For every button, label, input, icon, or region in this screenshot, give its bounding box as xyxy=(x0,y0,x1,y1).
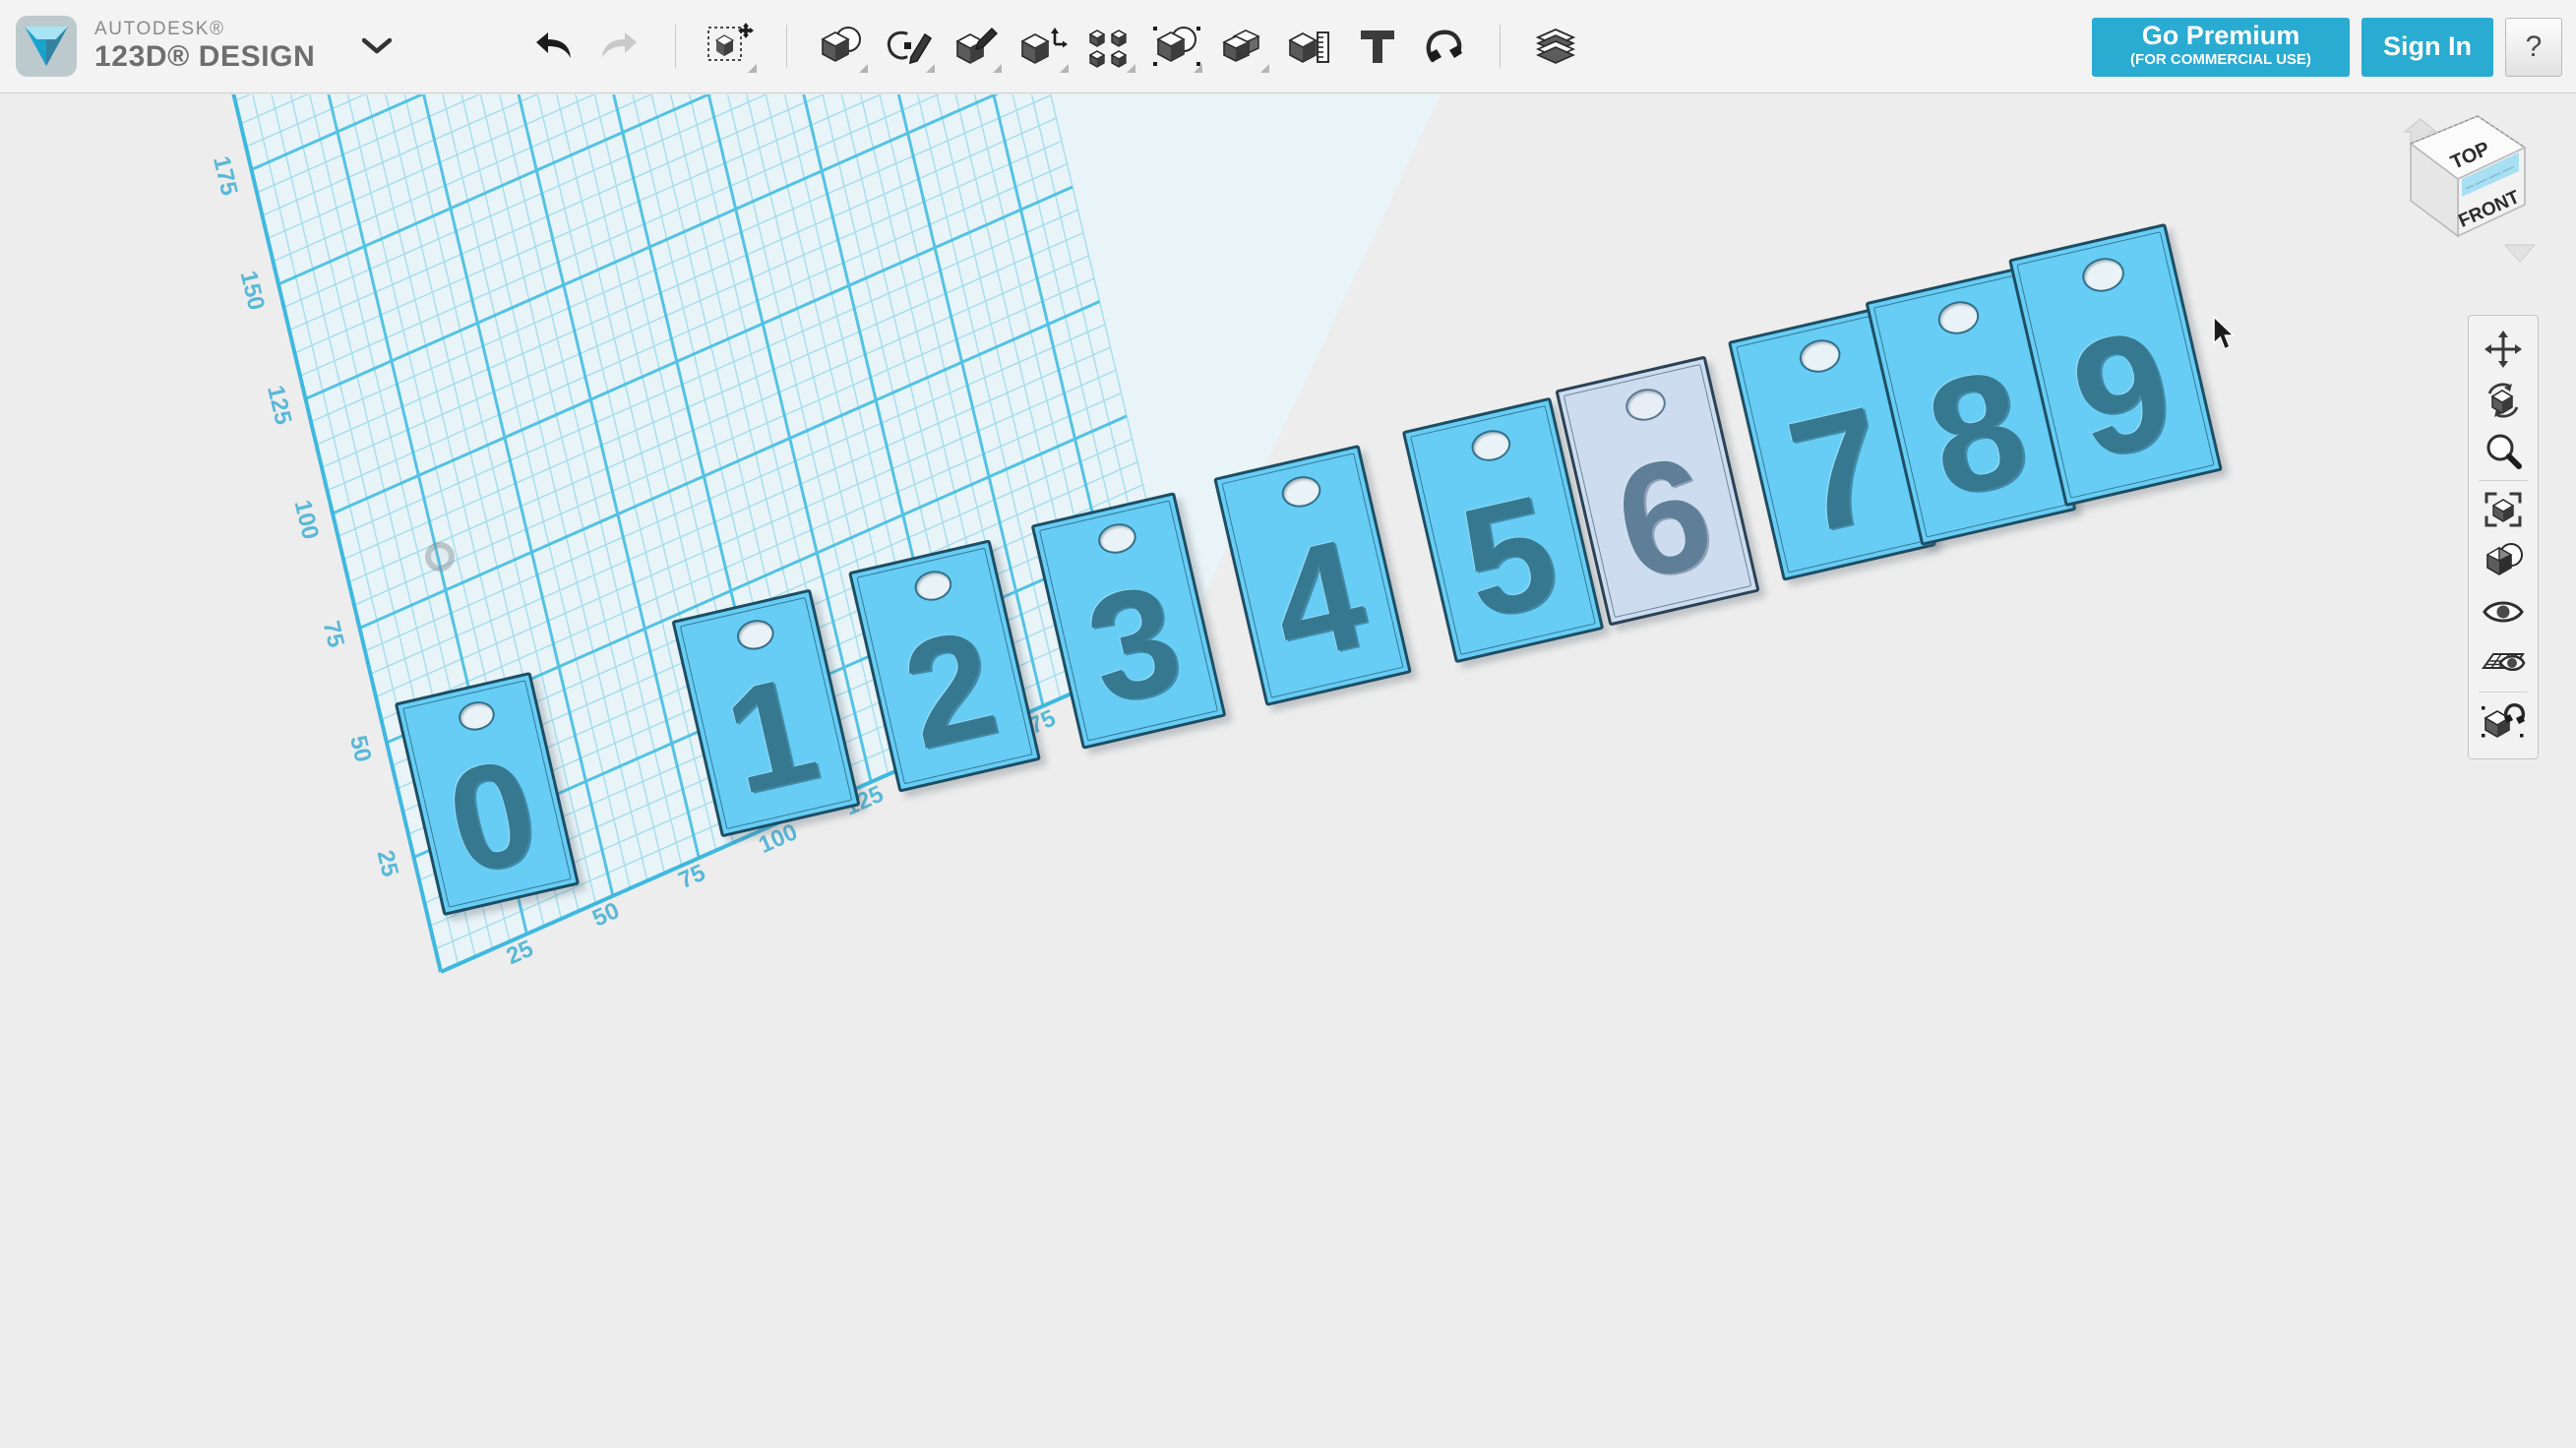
toolbar-divider xyxy=(1500,25,1502,68)
zoom-magnifier-icon[interactable] xyxy=(2474,426,2533,477)
keychain-tag-0[interactable]: 0 xyxy=(394,671,581,917)
keychain-tag-3[interactable]: 3 xyxy=(1030,492,1227,750)
text-t-icon[interactable] xyxy=(1344,12,1411,81)
grid-axis-x-label: 25 xyxy=(503,935,537,970)
primitives-cube-sphere-icon[interactable] xyxy=(809,12,876,81)
chevron-down-icon[interactable] xyxy=(360,30,394,63)
arrow-cursor xyxy=(2213,316,2237,351)
submenu-triangle-icon xyxy=(1194,64,1203,73)
transform-group xyxy=(698,12,809,81)
layers-stack-icon[interactable] xyxy=(1522,12,1589,81)
brand-line-product: 123D® DESIGN xyxy=(94,40,316,74)
display-cube-sphere-icon[interactable] xyxy=(2474,535,2533,586)
grid-axis-y-label: 75 xyxy=(318,619,349,650)
snap-magnet-icon[interactable] xyxy=(1411,12,1478,81)
chevron-down-icon[interactable] xyxy=(2503,241,2537,270)
grid-axis-x-label: 75 xyxy=(675,860,709,894)
viewcube-area: TOP FRONT xyxy=(2360,94,2566,291)
transform-cube-icon[interactable] xyxy=(698,12,765,81)
sketch-pencil-icon[interactable] xyxy=(876,12,943,81)
go-premium-button[interactable]: Go Premium (FOR COMMERCIAL USE) xyxy=(2092,17,2350,77)
orbit-cube-rotate-icon[interactable] xyxy=(2474,375,2533,426)
modify-cube-arrows-icon[interactable] xyxy=(1010,12,1076,81)
submenu-triangle-icon xyxy=(926,64,936,73)
workplane-grid: 255075100125150175200255075100125150175 xyxy=(208,94,1446,974)
navigation-toolbar xyxy=(2468,315,2539,759)
keychain-tag-1[interactable]: 1 xyxy=(671,588,861,838)
submenu-triangle-icon xyxy=(859,64,869,73)
toolbar-divider xyxy=(786,25,788,68)
submenu-triangle-icon xyxy=(748,64,758,73)
keychain-tag-2[interactable]: 2 xyxy=(848,539,1041,793)
grid-eye-icon[interactable] xyxy=(2474,637,2533,689)
submenu-triangle-icon xyxy=(1260,64,1270,73)
brand-area: AUTODESK® 123D® DESIGN xyxy=(0,16,394,77)
pan-four-arrows-icon[interactable] xyxy=(2474,324,2533,375)
go-premium-sublabel: (FOR COMMERCIAL USE) xyxy=(2130,51,2311,69)
account-controls: Go Premium (FOR COMMERCIAL USE) Sign In … xyxy=(2092,0,2562,93)
grid-axis-y-label: 175 xyxy=(208,153,242,198)
grid-axis-y-label: 125 xyxy=(262,383,296,427)
toolbar-divider xyxy=(675,25,677,68)
measure-cube-ruler-icon[interactable] xyxy=(1277,12,1344,81)
grid-axis-y-label: 50 xyxy=(344,733,376,764)
keychain-tag-4[interactable]: 4 xyxy=(1213,444,1412,707)
help-button[interactable]: ? xyxy=(2505,17,2562,77)
history-group xyxy=(520,12,698,81)
sign-in-button[interactable]: Sign In xyxy=(2361,17,2493,77)
grid-axis-y-label: 100 xyxy=(289,498,324,542)
redo-arrow-icon[interactable] xyxy=(586,12,653,81)
toolbar-divider xyxy=(2479,692,2528,693)
main-tools-group xyxy=(809,12,1589,81)
brand-line-autodesk: AUTODESK® xyxy=(94,19,225,40)
brand-text: AUTODESK® 123D® DESIGN xyxy=(94,20,315,72)
construct-cube-pencil-icon[interactable] xyxy=(943,12,1010,81)
submenu-triangle-icon xyxy=(993,64,1003,73)
grouping-cube-sphere-icon[interactable] xyxy=(1143,12,1210,81)
toolbar-divider xyxy=(2479,480,2528,481)
grid-axis-y-label: 25 xyxy=(372,848,403,879)
submenu-triangle-icon xyxy=(1127,64,1136,73)
cube-magnet-icon[interactable] xyxy=(2474,695,2533,747)
autodesk-123d-logo xyxy=(16,16,77,77)
submenu-triangle-icon xyxy=(1060,64,1070,73)
go-premium-label: Go Premium xyxy=(2141,21,2300,51)
app-header: AUTODESK® 123D® DESIGN Go Premium (FOR C… xyxy=(0,0,2576,93)
combine-two-cubes-icon[interactable] xyxy=(1210,12,1277,81)
fit-cube-brackets-icon[interactable] xyxy=(2474,484,2533,535)
undo-arrow-icon[interactable] xyxy=(520,12,586,81)
grid-axis-y-label: 150 xyxy=(235,269,270,313)
pattern-four-cubes-icon[interactable] xyxy=(1076,12,1143,81)
origin-marker xyxy=(425,542,455,572)
eye-icon[interactable] xyxy=(2474,586,2533,637)
grid-axis-x-label: 50 xyxy=(588,897,623,932)
viewcube[interactable]: TOP FRONT xyxy=(2381,98,2539,251)
design-canvas[interactable]: 255075100125150175200255075100125150175 … xyxy=(0,94,2576,1448)
